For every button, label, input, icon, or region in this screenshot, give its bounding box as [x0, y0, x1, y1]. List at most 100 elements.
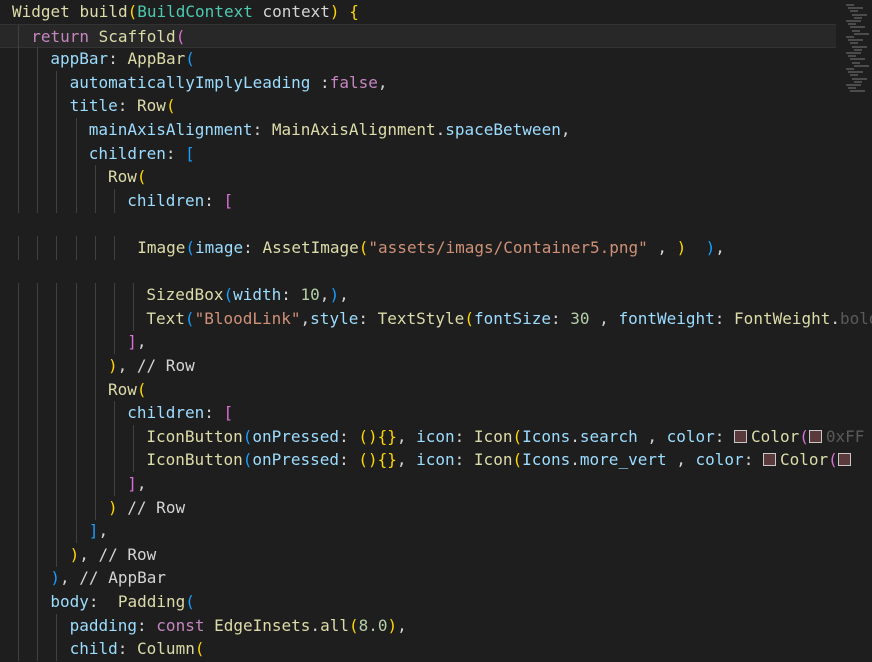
indent-guide [18, 188, 19, 213]
indent-guide [114, 401, 115, 426]
minimap-line [848, 7, 863, 10]
indent-guide [37, 448, 39, 473]
code-line[interactable]: ), // Row [0, 354, 872, 378]
code-token: Scaffold [98, 26, 176, 46]
indent-guide [56, 519, 58, 544]
code-line[interactable]: SizedBox(width: 10,), [0, 283, 872, 308]
code-line[interactable]: padding: const EdgeInsets.all(8.0), [0, 613, 872, 638]
code-token: , [589, 308, 619, 328]
color-swatch-icon[interactable] [734, 429, 748, 443]
code-content: IconButton(onPressed: (){}, icon: Icon(I… [146, 425, 864, 449]
code-line[interactable]: children: [ [0, 401, 872, 426]
code-editor[interactable]: Widget build(BuildContext context) {retu… [0, 0, 872, 662]
code-token: ( [165, 96, 176, 116]
indent-guide [114, 472, 115, 496]
code-line[interactable]: ], [0, 330, 872, 355]
code-line[interactable]: Widget build(BuildContext context) { [0, 0, 872, 24]
indent-guide [94, 354, 96, 378]
color-swatch-icon[interactable] [837, 453, 851, 467]
indent-guide [37, 354, 39, 378]
minimap-line [846, 20, 861, 22]
code-token: , [647, 238, 677, 257]
code-line[interactable]: automaticallyImplyLeading :false, [0, 70, 872, 95]
code-token: ( [828, 450, 838, 470]
code-token: [ [185, 143, 195, 163]
code-token: : [358, 308, 378, 328]
code-line[interactable]: children: [ [0, 141, 872, 166]
code-token: : [714, 426, 735, 446]
code-content: Text("BloodLink",style: TextStyle(fontSi… [146, 307, 872, 331]
code-line[interactable] [0, 212, 872, 236]
code-token: Text [146, 308, 185, 328]
minimap-line [854, 32, 869, 35]
code-content: IconButton(onPressed: (){}, icon: Icon(I… [146, 448, 854, 472]
code-token: ) [69, 544, 80, 564]
code-token: fontWeight [618, 308, 715, 328]
code-token: // Row [136, 356, 195, 375]
indent-guide [18, 47, 19, 72]
minimap-line [852, 45, 867, 48]
color-swatch-icon[interactable] [762, 453, 776, 467]
code-token: color [695, 450, 744, 470]
indent-guide [18, 495, 19, 520]
code-token: . [435, 120, 446, 139]
code-token: IconButton [146, 426, 243, 446]
code-line[interactable]: Image(image: AssetImage("assets/imags/Co… [0, 236, 872, 260]
indent-guide [94, 330, 96, 355]
indent-guide [56, 118, 58, 142]
code-token: onPressed [252, 450, 340, 470]
code-token: , [396, 450, 417, 470]
indent-guide [37, 306, 39, 331]
code-line[interactable]: Row( [0, 377, 872, 402]
code-line[interactable]: IconButton(onPressed: (){}, icon: Icon(I… [0, 424, 872, 449]
code-line[interactable]: mainAxisAlignment: MainAxisAlignment.spa… [0, 118, 872, 142]
code-token: : [88, 592, 118, 611]
code-line[interactable]: Text("BloodLink",style: TextStyle(fontSi… [0, 306, 872, 331]
code-line[interactable]: IconButton(onPressed: (){}, icon: Icon(I… [0, 448, 872, 473]
code-token: spaceBetween [445, 120, 561, 139]
code-token: ) [329, 285, 340, 305]
code-line[interactable]: ], [0, 519, 872, 544]
indent-guide [75, 236, 77, 260]
indent-guide [18, 401, 19, 426]
code-token: ) [50, 568, 61, 588]
indent-guide [75, 424, 77, 449]
indent-guide [18, 165, 19, 190]
code-token: , [60, 568, 80, 588]
indent-guide [18, 519, 19, 544]
code-line[interactable]: child: Column( [0, 637, 872, 662]
code-line[interactable]: ], [0, 472, 872, 496]
code-token: return [31, 26, 99, 46]
minimap-line [846, 84, 861, 86]
minimap[interactable] [842, 0, 872, 100]
color-swatch-icon[interactable] [808, 429, 822, 443]
code-line[interactable]: children: [ [0, 188, 872, 213]
indent-guide [37, 70, 39, 95]
indent-guide [94, 495, 96, 520]
code-content: Row( [108, 165, 147, 189]
indent-guide [18, 590, 19, 614]
code-token: ( [242, 450, 253, 470]
code-line[interactable]: title: Row( [0, 94, 872, 119]
indent-guide [56, 236, 58, 260]
code-token: BuildContext [137, 2, 253, 21]
code-line[interactable]: ) // Row [0, 495, 872, 520]
code-line[interactable]: ), // Row [0, 542, 872, 567]
code-line[interactable]: ), // AppBar [0, 566, 872, 591]
indent-guide [56, 542, 58, 567]
code-token: 8.0 [358, 615, 388, 635]
code-token: {} [377, 450, 397, 470]
code-line[interactable]: body: Padding( [0, 590, 872, 614]
indent-guide [18, 377, 19, 402]
code-line[interactable]: appBar: AppBar( [0, 47, 872, 72]
code-token: , [136, 474, 147, 493]
code-token: : [551, 308, 571, 328]
code-line[interactable]: Row( [0, 165, 872, 190]
code-token: ) [108, 356, 118, 375]
code-token: , [637, 426, 667, 446]
code-line[interactable]: return Scaffold( [0, 23, 836, 48]
code-line[interactable] [0, 260, 872, 284]
indent-guide [56, 70, 58, 95]
